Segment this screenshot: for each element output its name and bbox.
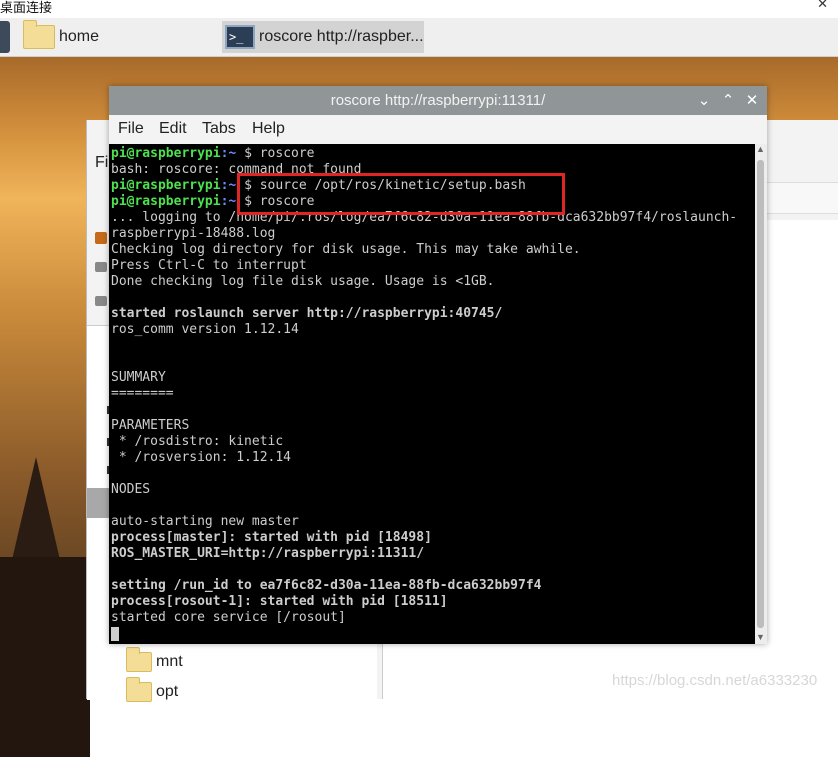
terminal-cursor: [111, 627, 119, 641]
annotation-highlight-box: [237, 173, 565, 215]
prompt-dollar: $: [244, 146, 260, 161]
terminal-line: started core service [/rosout]: [111, 610, 346, 625]
prompt-user: pi@raspberrypi: [111, 146, 221, 161]
terminal-line: Done checking log file disk usage. Usage…: [111, 274, 495, 289]
tree-item-mnt[interactable]: mnt: [123, 647, 183, 672]
prompt-user: pi@raspberrypi: [111, 178, 221, 193]
folder-icon: [126, 647, 152, 672]
terminal-line: process[master]: started with pid [18498…: [111, 530, 432, 545]
taskbar-item-home[interactable]: home: [20, 20, 215, 53]
taskbar-item-terminal[interactable]: >_ roscore http://raspber...: [222, 21, 424, 53]
command-text: roscore: [259, 146, 315, 161]
folder-icon: [126, 677, 152, 702]
terminal-line: setting /run_id to ea7f6c82-d30a-11ea-88…: [111, 578, 542, 593]
taskbar-menu-button[interactable]: [0, 21, 10, 53]
terminal-line: * /rosdistro: kinetic: [111, 434, 284, 449]
terminal-line: raspberrypi-18488.log: [111, 226, 276, 241]
menu-file[interactable]: File: [118, 120, 144, 138]
menu-help[interactable]: Help: [252, 120, 285, 138]
scroll-down-icon[interactable]: ▼: [756, 632, 765, 642]
terminal-line: Checking log directory for disk usage. T…: [111, 242, 581, 257]
terminal-title: roscore http://raspberrypi:11311/: [330, 92, 546, 109]
watermark-text: https://blog.csdn.net/a6333230: [612, 672, 818, 689]
tree-item-label: opt: [156, 683, 179, 700]
file-manager-menu-file[interactable]: Fi: [95, 154, 108, 172]
terminal-output[interactable]: pi@raspberrypi:~ $ roscore bash: roscore…: [109, 144, 755, 644]
tree-item-opt[interactable]: opt: [123, 677, 179, 702]
prompt-user: pi@raspberrypi: [111, 194, 221, 209]
terminal-scrollbar[interactable]: ▲ ▼: [755, 144, 767, 644]
taskbar: home >_ roscore http://raspber...: [0, 18, 838, 57]
remote-desktop-titlebar: 桌面连接 ✕: [0, 0, 838, 18]
terminal-line: auto-starting new master: [111, 514, 299, 529]
terminal-line: * /rosversion: 1.12.14: [111, 450, 292, 465]
terminal-line: pi@raspberrypi:~ $ roscore: [111, 146, 737, 162]
minimize-icon[interactable]: ⌄: [695, 91, 713, 109]
scrollbar-thumb[interactable]: [757, 160, 764, 628]
terminal-line: SUMMARY: [111, 370, 166, 385]
terminal-titlebar[interactable]: roscore http://raspberrypi:11311/ ⌄ ⌃ ✕: [109, 86, 767, 115]
terminal-line: ros_comm version 1.12.14: [111, 322, 299, 337]
drive-icon[interactable]: [95, 262, 107, 272]
home-icon[interactable]: [95, 232, 107, 244]
terminal-line: started roslaunch server http://raspberr…: [111, 306, 503, 321]
wallpaper-silhouette: [0, 557, 90, 757]
drive-icon[interactable]: [95, 296, 107, 306]
terminal-window: roscore http://raspberrypi:11311/ ⌄ ⌃ ✕ …: [109, 86, 767, 644]
terminal-line: [111, 626, 737, 642]
terminal-menubar: File Edit Tabs Help: [109, 115, 767, 144]
scroll-up-icon[interactable]: ▲: [756, 144, 765, 154]
close-icon[interactable]: ✕: [743, 91, 761, 109]
terminal-line: NODES: [111, 482, 151, 497]
folder-icon: [23, 20, 55, 49]
maximize-icon[interactable]: ⌃: [719, 91, 737, 109]
tree-selection-marker: [87, 488, 111, 518]
taskbar-item-label: roscore http://raspber...: [259, 28, 424, 45]
terminal-line: process[rosout-1]: started with pid [185…: [111, 594, 448, 609]
terminal-line: Press Ctrl-C to interrupt: [111, 258, 307, 273]
terminal-line: ========: [111, 386, 174, 401]
menu-tabs[interactable]: Tabs: [202, 120, 236, 138]
tree-item-label: mnt: [156, 653, 183, 670]
prompt-path: :~: [220, 146, 245, 161]
remote-desktop-title: 桌面连接: [0, 0, 53, 15]
terminal-line: ROS_MASTER_URI=http://raspberrypi:11311/: [111, 546, 425, 561]
terminal-icon: >_: [225, 25, 255, 49]
remote-close-icon[interactable]: ✕: [817, 0, 828, 12]
terminal-line: PARAMETERS: [111, 418, 190, 433]
menu-edit[interactable]: Edit: [159, 120, 187, 138]
taskbar-item-label: home: [59, 28, 100, 45]
